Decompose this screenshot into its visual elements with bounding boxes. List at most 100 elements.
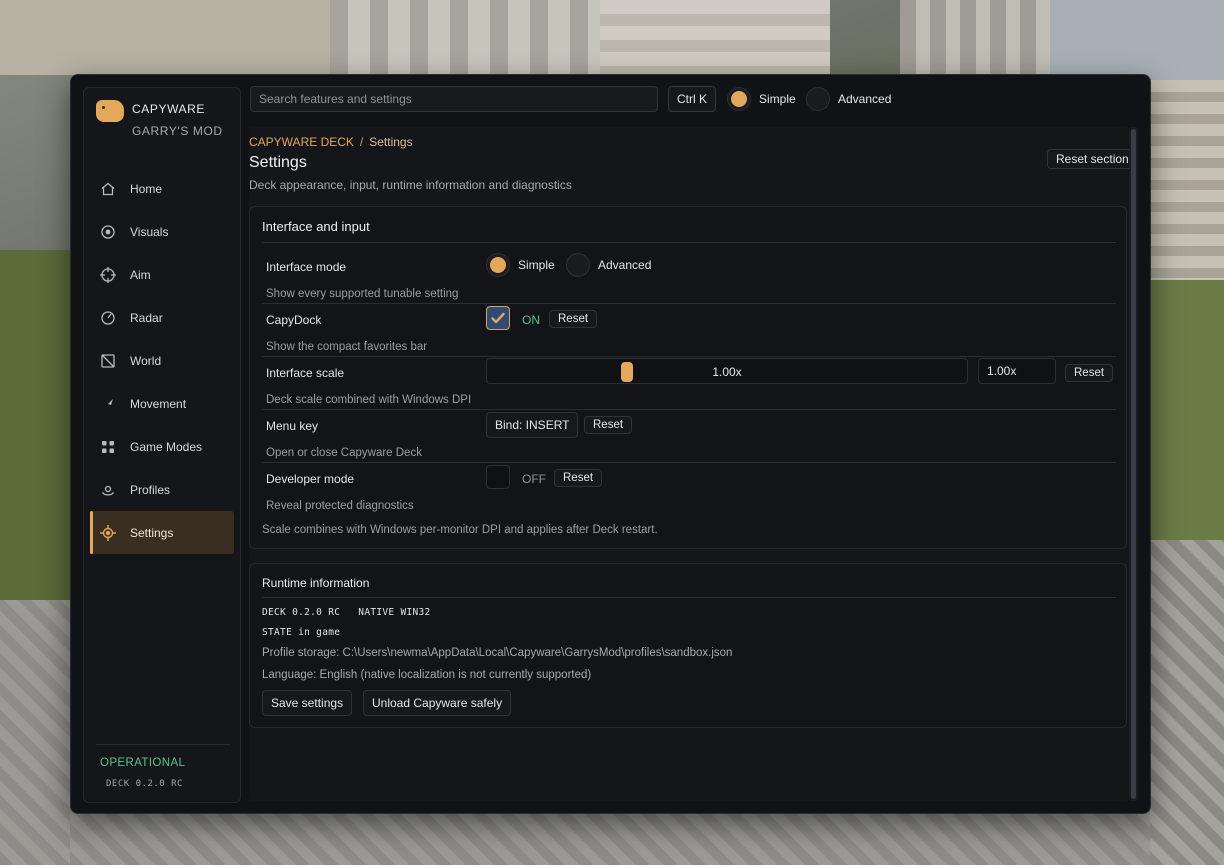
- sidebar-footer: OPERATIONAL DECK 0.2.0 RC: [96, 744, 230, 789]
- background-sky-left: [0, 0, 330, 75]
- developer-mode-checkbox[interactable]: [486, 465, 510, 489]
- sidebar-item-settings[interactable]: Settings: [90, 511, 234, 554]
- breadcrumb: CAPYWARE DECK / Settings: [249, 135, 413, 149]
- runtime-info-card: Runtime information DECK 0.2.0 RC NATIVE…: [249, 563, 1127, 728]
- interface-footnote: Scale combines with Windows per-monitor …: [262, 524, 658, 536]
- background-grass: [0, 250, 70, 630]
- sidebar-item-label: Settings: [130, 525, 174, 540]
- brand-title: CAPYWARE: [132, 102, 206, 116]
- brand-subtitle: GARRY'S MOD: [132, 124, 223, 138]
- profile-storage-path: Profile storage: C:\Users\newma\AppData\…: [262, 647, 733, 659]
- radio-selected-icon: [727, 87, 751, 111]
- unload-capyware-button[interactable]: Unload Capyware safely: [363, 690, 512, 716]
- card-title: Interface and input: [262, 219, 370, 234]
- breadcrumb-separator: /: [359, 135, 364, 149]
- sidebar-item-profiles[interactable]: Profiles: [90, 468, 234, 511]
- brand: CAPYWARE GARRY'S MOD: [96, 100, 236, 150]
- divider: [262, 409, 1116, 410]
- breadcrumb-current: Settings: [369, 135, 413, 149]
- background-building: [330, 0, 600, 75]
- grid-icon: [98, 437, 118, 457]
- scrollbar-thumb[interactable]: [1131, 129, 1136, 799]
- version-label: DECK 0.2.0 RC: [106, 779, 183, 789]
- interface-mode-help: Show every supported tunable setting: [266, 288, 459, 300]
- menu-key-reset-button[interactable]: Reset: [584, 416, 633, 434]
- capydock-checkbox[interactable]: [486, 306, 510, 330]
- interface-mode-label: Interface mode: [266, 260, 347, 274]
- radio-label: Advanced: [598, 258, 652, 272]
- settings-icon: [98, 523, 118, 543]
- reset-section-button[interactable]: Reset section: [1047, 149, 1129, 169]
- sidebar-item-label: World: [130, 353, 162, 368]
- divider: [262, 303, 1116, 304]
- developer-mode-reset-button[interactable]: Reset: [554, 469, 603, 487]
- background-building: [600, 0, 830, 75]
- mode-advanced-radio[interactable]: Advanced: [806, 87, 891, 111]
- sidebar-item-game-modes[interactable]: Game Modes: [90, 425, 234, 468]
- checkmark-icon: [491, 312, 505, 324]
- topbar: Ctrl K Simple Advanced: [250, 86, 1130, 114]
- capydock-reset-button[interactable]: Reset: [549, 310, 598, 328]
- sidebar-item-label: Movement: [130, 396, 187, 411]
- eye-icon: [98, 222, 118, 242]
- menu-key-bind-button[interactable]: Bind: INSERT: [486, 412, 579, 438]
- sidebar-item-label: Visuals: [130, 224, 169, 239]
- menu-key-label: Menu key: [266, 419, 319, 433]
- background-building: [900, 0, 1050, 75]
- home-icon: [98, 179, 118, 199]
- interface-scale-input[interactable]: 1.00x: [978, 358, 1056, 384]
- interface-scale-help: Deck scale combined with Windows DPI: [266, 394, 472, 406]
- sidebar-item-label: Profiles: [130, 482, 171, 497]
- capydock-help: Show the compact favorites bar: [266, 341, 428, 353]
- developer-mode-label: Developer mode: [266, 472, 355, 486]
- shortcut-hint: Ctrl K: [668, 86, 716, 112]
- background-floor: [0, 600, 75, 865]
- background-sky-right: [1050, 0, 1224, 80]
- sidebar-item-label: Home: [130, 181, 163, 196]
- profile-icon: [98, 480, 118, 500]
- sidebar-item-label: Aim: [130, 267, 151, 282]
- capydock-label: CapyDock: [266, 313, 322, 327]
- runtime-state-line: STATE in game: [262, 627, 341, 638]
- background-building: [1150, 80, 1224, 280]
- radar-icon: [98, 308, 118, 328]
- sidebar-nav: Home Visuals Aim Radar World Movement Ga…: [90, 167, 234, 554]
- search-input[interactable]: [250, 86, 658, 112]
- interface-mode-simple-radio[interactable]: Simple: [486, 253, 555, 277]
- save-settings-button[interactable]: Save settings: [262, 690, 353, 716]
- divider: [262, 242, 1116, 243]
- background-floor: [70, 812, 1150, 865]
- menu-key-help: Open or close Capyware Deck: [266, 447, 422, 459]
- world-icon: [98, 351, 118, 371]
- main-content: CAPYWARE DECK / Settings Settings Deck app…: [249, 127, 1129, 801]
- developer-mode-state: OFF: [522, 472, 546, 486]
- page-description: Deck appearance, input, runtime informat…: [249, 178, 572, 192]
- sidebar-item-visuals[interactable]: Visuals: [90, 210, 234, 253]
- radio-unselected-icon: [806, 87, 830, 111]
- language-info: Language: English (native localization i…: [262, 669, 592, 681]
- mode-simple-radio[interactable]: Simple: [727, 87, 796, 111]
- crosshair-icon: [98, 265, 118, 285]
- capybara-logo-icon: [96, 100, 124, 122]
- divider: [262, 356, 1116, 357]
- sidebar-item-movement[interactable]: Movement: [90, 382, 234, 425]
- sidebar-item-aim[interactable]: Aim: [90, 253, 234, 296]
- card-title: Runtime information: [262, 576, 370, 590]
- interface-scale-slider[interactable]: 1.00x: [486, 358, 968, 384]
- slider-value: 1.00x: [712, 365, 742, 379]
- sidebar-item-label: Game Modes: [130, 439, 203, 454]
- divider: [262, 597, 1116, 598]
- divider: [262, 462, 1116, 463]
- breadcrumb-root[interactable]: CAPYWARE DECK: [249, 135, 354, 149]
- sidebar-item-radar[interactable]: Radar: [90, 296, 234, 339]
- sidebar-item-world[interactable]: World: [90, 339, 234, 382]
- status-badge: OPERATIONAL: [100, 757, 186, 769]
- background-grass: [1150, 280, 1224, 540]
- movement-icon: [98, 394, 118, 414]
- sidebar-item-label: Radar: [130, 310, 163, 325]
- interface-mode-advanced-radio[interactable]: Advanced: [566, 253, 651, 277]
- interface-scale-reset-button[interactable]: Reset: [1065, 364, 1114, 382]
- sidebar-item-home[interactable]: Home: [90, 167, 234, 210]
- runtime-build-line: DECK 0.2.0 RC NATIVE WIN32: [262, 607, 431, 618]
- developer-mode-help: Reveal protected diagnostics: [266, 500, 414, 512]
